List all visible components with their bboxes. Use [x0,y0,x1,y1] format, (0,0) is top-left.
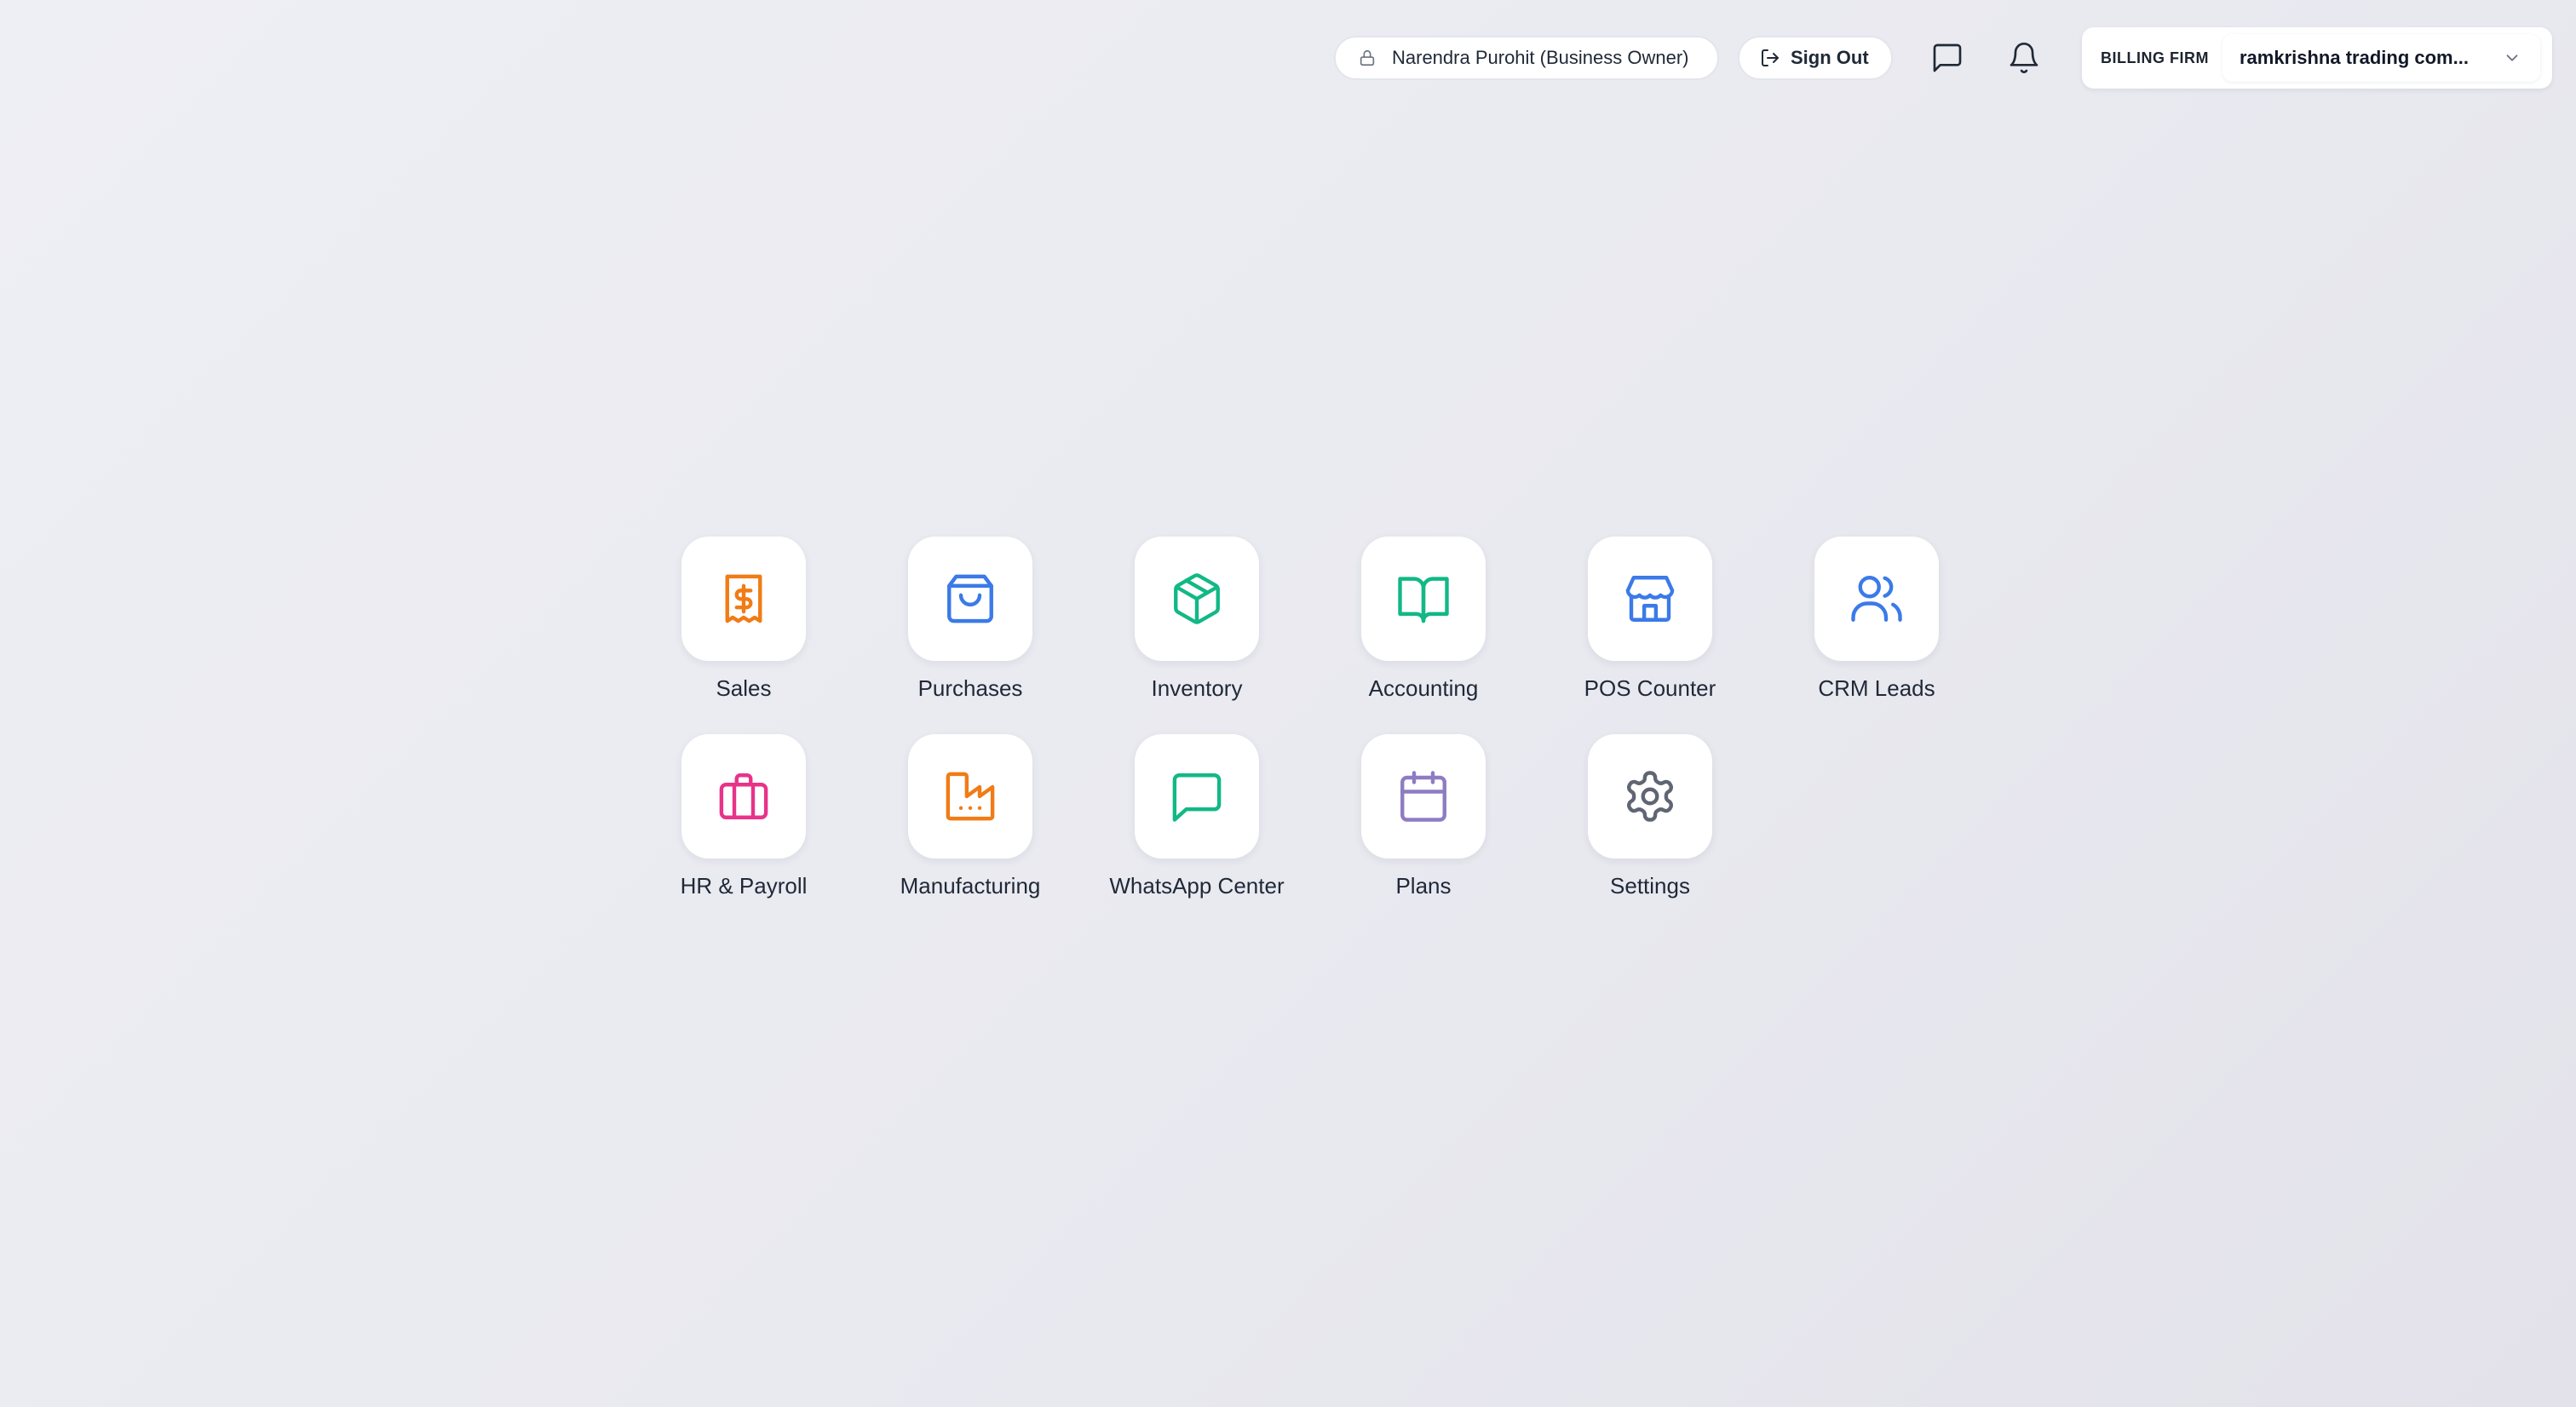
lock-icon [1360,49,1375,66]
app-inventory[interactable]: Inventory [1101,537,1293,704]
sign-out-icon [1762,49,1779,66]
calendar-icon [1400,771,1446,822]
app-label: POS Counter [1584,675,1716,701]
receipt-dollar-icon [725,574,762,623]
factory-icon [946,772,995,821]
app-manufacturing[interactable]: Manufacturing [874,734,1067,901]
app-settings[interactable]: Settings [1554,734,1746,901]
app-crm-leads[interactable]: CRM Leads [1780,537,1973,704]
app-label: Sales [716,675,772,701]
top-bar: Narendra Purohit (Business Owner) Sign O… [1334,27,2552,89]
app-label: HR & Payroll [680,873,808,899]
app-hr-payroll[interactable]: HR & Payroll [647,734,840,901]
app-pos-counter[interactable]: POS Counter [1554,537,1746,704]
billing-firm-value: ramkrishna trading com... [2239,47,2469,68]
app-purchases[interactable]: Purchases [874,537,1067,704]
chat-icon [1933,43,1962,72]
app-grid: Sales Purchases Inventory Accounting POS… [647,537,1973,901]
app-tile[interactable] [1361,734,1486,859]
gear-icon [1627,771,1673,822]
app-label: Purchases [917,675,1023,701]
sign-out-button[interactable]: Sign Out [1738,36,1893,80]
app-tile[interactable] [908,537,1032,661]
users-icon [1851,576,1902,622]
app-label: Plans [1395,873,1452,899]
app-tile[interactable] [1588,537,1712,661]
app-tile[interactable] [681,734,806,859]
app-tile[interactable] [681,537,806,661]
shopping-bag-icon [947,574,993,623]
app-label: Accounting [1368,675,1479,701]
app-tile[interactable] [1814,537,1939,661]
app-whatsapp-center[interactable]: WhatsApp Center [1101,734,1293,901]
app-label: CRM Leads [1818,675,1935,701]
app-tile[interactable] [908,734,1032,859]
open-book-icon [1398,577,1449,623]
billing-firm-select[interactable]: ramkrishna trading com... [2222,34,2540,82]
chevron-down-icon [2506,55,2518,61]
app-tile[interactable] [1588,734,1712,859]
package-box-icon [1174,573,1220,624]
app-tile[interactable] [1135,734,1259,859]
sign-out-label: Sign Out [1791,47,1869,68]
notifications-button[interactable] [2002,36,2046,80]
app-label: Inventory [1151,675,1243,701]
user-name: Narendra Purohit (Business Owner) [1392,47,1689,68]
user-badge: Narendra Purohit (Business Owner) [1334,36,1719,80]
app-label: Manufacturing [900,873,1041,899]
app-plans[interactable]: Plans [1327,734,1520,901]
app-accounting[interactable]: Accounting [1327,537,1520,704]
storefront-icon [1625,576,1675,622]
message-square-icon [1172,773,1222,822]
bell-icon [2010,43,2038,73]
app-label: Settings [1610,873,1690,899]
messages-button[interactable] [1925,36,1969,80]
briefcase-icon [719,773,768,819]
billing-firm-panel: BILLING FIRM ramkrishna trading com... [2082,27,2552,89]
app-tile[interactable] [1135,537,1259,661]
app-tile[interactable] [1361,537,1486,661]
app-label: WhatsApp Center [1109,873,1285,899]
billing-firm-label: BILLING FIRM [2101,49,2209,66]
app-sales[interactable]: Sales [647,537,840,704]
